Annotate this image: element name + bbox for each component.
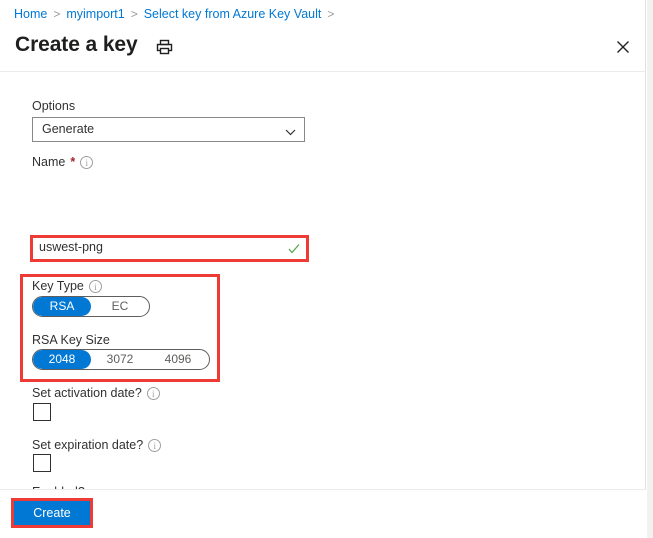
info-icon[interactable]: i — [80, 155, 94, 169]
rsa-key-size-toggle-group[interactable]: 2048 3072 4096 — [32, 349, 210, 370]
key-type-toggle-group[interactable]: RSA EC — [32, 296, 150, 317]
rsa-key-size-label-row: RSA Key Size — [32, 332, 110, 348]
name-input[interactable]: uswest-png — [33, 238, 306, 259]
set-activation-date-label: Set activation date? — [32, 386, 142, 400]
set-expiration-date-label-row: Set expiration date? i — [32, 437, 162, 453]
create-button[interactable]: Create — [14, 501, 90, 525]
name-label: Name — [32, 155, 66, 169]
azure-create-key-blade: Home > myimport1 > Select key from Azure… — [0, 0, 653, 538]
name-label-row: Name * i — [32, 154, 94, 170]
breadcrumb-separator-icon: > — [130, 6, 138, 21]
options-dropdown[interactable]: Generate — [32, 117, 305, 142]
info-icon[interactable]: i — [146, 386, 160, 400]
info-icon[interactable]: i — [88, 279, 102, 293]
breadcrumb-item-myimport1[interactable]: myimport1 — [66, 7, 124, 21]
options-label-row: Options — [32, 98, 75, 114]
page-title: Create a key — [15, 33, 138, 56]
breadcrumb-item-select-key[interactable]: Select key from Azure Key Vault — [144, 7, 322, 21]
set-activation-date-checkbox[interactable] — [33, 403, 51, 421]
blade-title-row: Create a key — [0, 27, 646, 72]
breadcrumb-separator-icon: > — [53, 6, 61, 21]
set-expiration-date-checkbox[interactable] — [33, 454, 51, 472]
breadcrumb-item-home[interactable]: Home — [14, 7, 47, 21]
blade-panel: Home > myimport1 > Select key from Azure… — [0, 0, 646, 538]
options-label: Options — [32, 99, 76, 113]
chevron-down-icon — [285, 125, 296, 136]
breadcrumb-separator-icon: > — [327, 6, 335, 21]
rsa-key-size-option-3072[interactable]: 3072 — [91, 350, 149, 369]
checkmark-icon — [288, 242, 300, 254]
key-type-label-row: Key Type i — [32, 278, 102, 294]
key-type-option-ec[interactable]: EC — [91, 297, 149, 316]
required-marker: * — [70, 155, 76, 169]
options-dropdown-value: Generate — [42, 122, 95, 136]
create-key-form: Options Generate Name * i uswest-png Key… — [0, 72, 646, 523]
set-activation-date-label-row: Set activation date? i — [32, 385, 160, 401]
page-background-gutter — [647, 0, 653, 538]
rsa-key-size-option-2048[interactable]: 2048 — [33, 350, 91, 369]
printer-icon[interactable] — [155, 38, 174, 57]
blade-footer — [0, 489, 646, 538]
rsa-key-size-option-4096[interactable]: 4096 — [149, 350, 207, 369]
key-type-option-rsa[interactable]: RSA — [33, 297, 91, 316]
name-input-value: uswest-png — [39, 240, 103, 254]
rsa-key-size-label: RSA Key Size — [32, 333, 110, 347]
breadcrumb: Home > myimport1 > Select key from Azure… — [0, 0, 646, 27]
key-type-label: Key Type — [32, 279, 84, 293]
info-icon[interactable]: i — [148, 438, 162, 452]
close-icon[interactable] — [614, 38, 632, 56]
set-expiration-date-label: Set expiration date? — [32, 438, 144, 452]
